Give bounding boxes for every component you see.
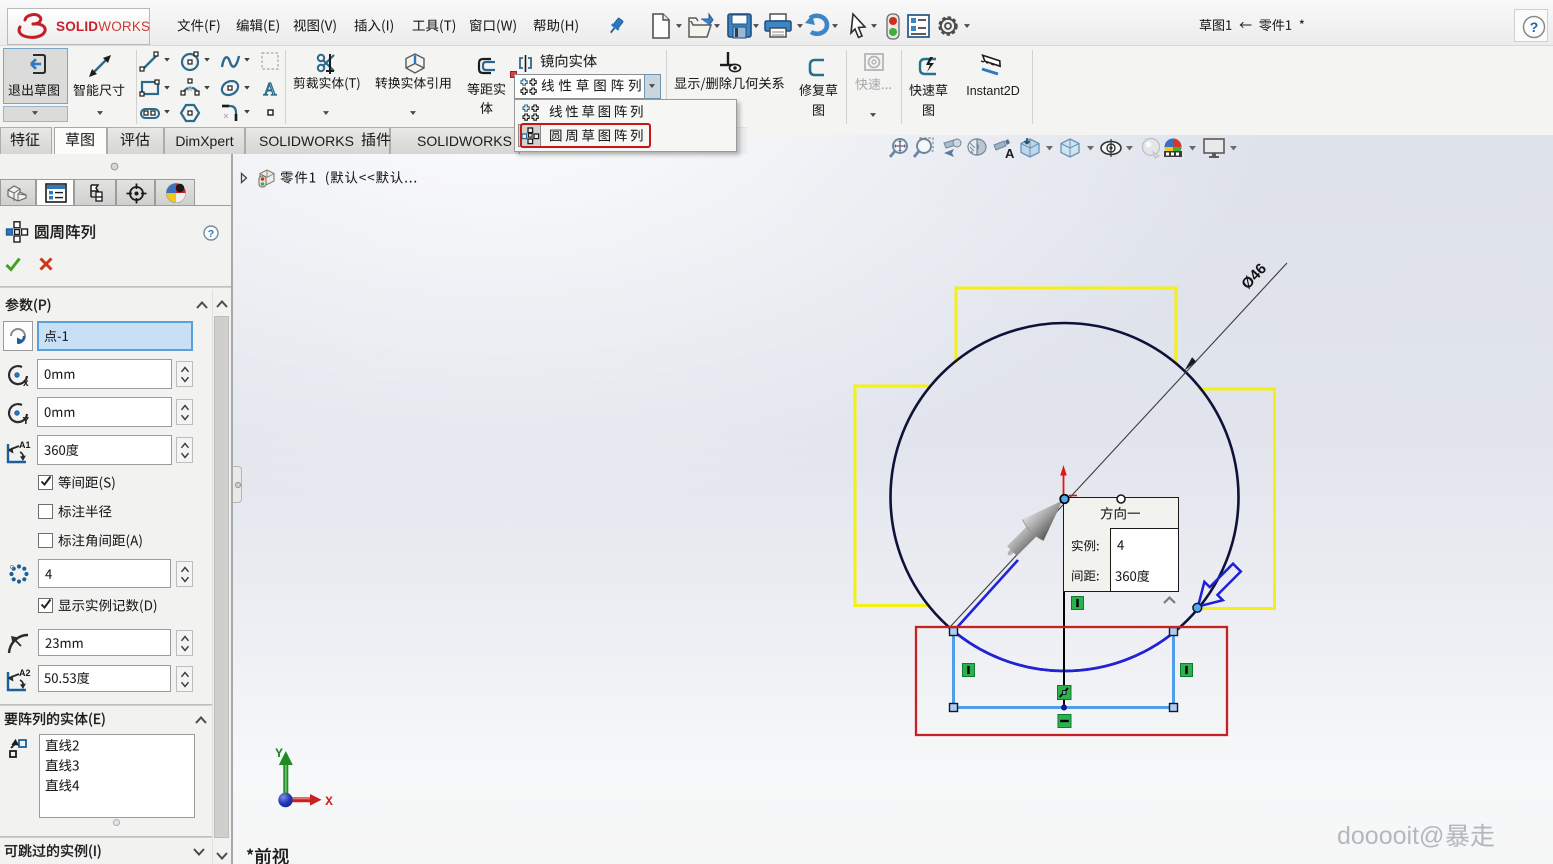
svg-text:?: ? [208, 228, 214, 240]
svg-text:A1: A1 [19, 440, 31, 450]
svg-text:x: x [23, 378, 29, 389]
svg-text:Y: Y [275, 746, 283, 761]
svg-text:Y: Y [23, 416, 30, 427]
svg-text:X: X [325, 794, 333, 809]
svg-text:A2: A2 [19, 668, 31, 678]
